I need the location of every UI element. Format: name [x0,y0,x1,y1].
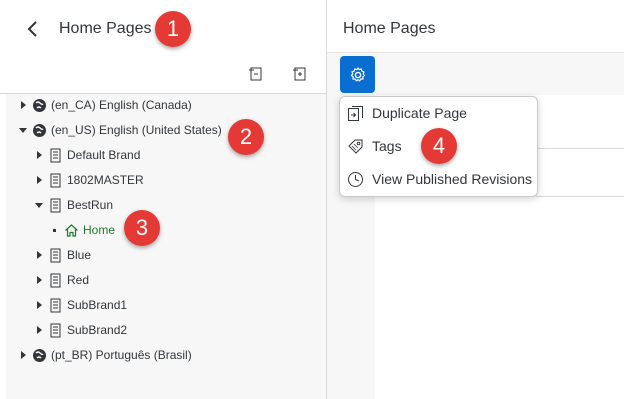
building-icon [50,198,61,212]
callout-badge: 3 [124,210,160,246]
duplicate-icon [348,105,363,121]
expand-all-button[interactable] [290,64,310,84]
tree-item-label: (en_US) English (United States) [51,123,222,137]
collapse-all-button[interactable] [246,64,266,84]
gear-icon [350,66,365,81]
clock-icon [348,171,363,187]
menu-item-duplicate-page[interactable]: Duplicate Page [340,99,537,127]
caret-right-icon[interactable] [34,150,44,160]
tree-item-blue[interactable]: Blue [34,245,91,265]
tree-item-en-us[interactable]: (en_US) English (United States) [18,120,222,140]
tree-item-pt-br[interactable]: (pt_BR) Português (Brasil) [18,345,192,365]
tree-item-label: BestRun [67,198,114,212]
tree-item-bestrun[interactable]: BestRun [34,195,113,215]
home-pages-tree: (en_CA) English (Canada) (en_US) English… [6,94,326,399]
caret-right-icon[interactable] [34,275,44,285]
callout-badge: 1 [155,11,191,47]
caret-right-icon[interactable] [18,100,28,110]
right-header: Home Pages [327,0,624,53]
detail-title: Home Pages [343,20,436,37]
chevron-left-icon [27,21,37,37]
settings-button[interactable] [340,56,375,93]
tree-item-label: Default Brand [67,148,141,162]
building-icon [50,298,61,312]
globe-icon [33,123,46,137]
tree-item-1802master[interactable]: 1802MASTER [34,170,144,190]
building-icon [50,323,61,337]
caret-right-icon[interactable] [34,175,44,185]
home-icon [65,223,78,237]
tree-item-en-ca[interactable]: (en_CA) English (Canada) [18,95,192,115]
tree-item-label: SubBrand2 [67,323,128,337]
caret-down-icon[interactable] [18,125,28,135]
tree-item-red[interactable]: Red [34,270,89,290]
caret-right-icon[interactable] [34,250,44,260]
tree-item-home[interactable]: Home [50,220,115,240]
menu-item-label: Tags [372,138,402,154]
expand-all-icon [293,67,306,81]
tree-item-label: Red [67,273,90,287]
tree-item-label: Home [83,223,116,237]
back-button[interactable] [24,18,42,40]
field-divider [536,196,624,197]
caret-right-icon[interactable] [18,350,28,360]
building-icon [50,248,61,262]
left-panel: Home Pages (en_CA) English (Canada) (en_… [0,0,326,399]
globe-icon [33,348,46,362]
bullet [53,228,56,232]
building-icon [50,148,61,162]
tree-item-subbrand1[interactable]: SubBrand1 [34,295,127,315]
tag-icon [348,139,363,154]
menu-item-view-published-revisions[interactable]: View Published Revisions [340,165,537,193]
building-icon [50,173,61,187]
caret-right-icon[interactable] [34,325,44,335]
caret-right-icon[interactable] [34,300,44,310]
tree-item-label: (en_CA) English (Canada) [51,98,192,112]
building-icon [50,273,61,287]
collapse-all-icon [249,67,262,81]
caret-down-icon[interactable] [34,200,44,210]
globe-icon [33,98,46,112]
tree-item-subbrand2[interactable]: SubBrand2 [34,320,127,340]
callout-badge: 2 [228,119,264,155]
tree-item-default-brand[interactable]: Default Brand [34,145,140,165]
field-divider [536,148,624,149]
tree-item-label: 1802MASTER [67,173,144,187]
menu-item-label: Duplicate Page [372,105,467,121]
tree-item-label: Blue [67,248,92,262]
callout-badge: 4 [421,128,457,164]
tree-item-label: (pt_BR) Português (Brasil) [51,348,192,362]
page-title: Home Pages [59,20,152,37]
tree-item-label: SubBrand1 [67,298,128,312]
menu-item-label: View Published Revisions [372,171,533,187]
